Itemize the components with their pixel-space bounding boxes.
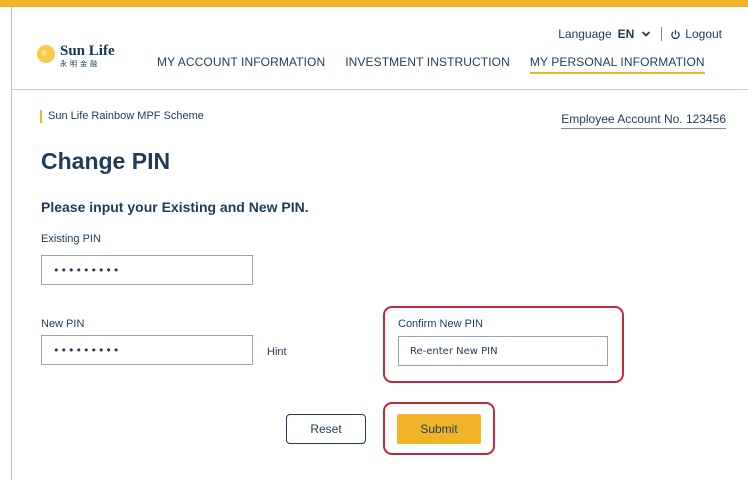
utility-separator	[661, 27, 663, 41]
employee-account-number: Employee Account No. 123456	[561, 112, 726, 129]
chevron-down-icon[interactable]	[641, 29, 651, 39]
frame-border	[11, 7, 12, 480]
power-icon[interactable]	[670, 29, 681, 40]
sun-life-logo[interactable]: Sun Life 永明金融	[36, 44, 115, 68]
submit-button[interactable]: Submit	[397, 414, 481, 444]
top-accent-bar	[0, 0, 748, 7]
nav-investment-instruction[interactable]: INVESTMENT INSTRUCTION	[345, 55, 510, 74]
language-label: Language	[558, 27, 612, 41]
new-pin-input[interactable]: •••••••••	[41, 335, 253, 365]
new-pin-label: New PIN	[41, 318, 85, 330]
logo-text-cn: 永明金融	[60, 60, 100, 68]
header-divider	[12, 89, 748, 90]
language-select[interactable]: EN	[618, 27, 635, 41]
utility-bar: Language EN Logout	[558, 27, 722, 41]
existing-pin-input[interactable]: •••••••••	[41, 255, 253, 285]
logo-text-en: Sun Life	[60, 43, 115, 59]
logout-link[interactable]: Logout	[685, 27, 722, 41]
scheme-name: Sun Life Rainbow MPF Scheme	[40, 110, 204, 123]
nav-my-personal-information[interactable]: MY PERSONAL INFORMATION	[529, 55, 705, 74]
form-instruction: Please input your Existing and New PIN.	[41, 199, 309, 215]
hint-link[interactable]: Hint	[267, 346, 287, 358]
sun-icon	[37, 45, 55, 63]
nav-my-account-information[interactable]: MY ACCOUNT INFORMATION	[157, 55, 325, 74]
main-nav: MY ACCOUNT INFORMATION INVESTMENT INSTRU…	[157, 55, 725, 74]
existing-pin-label: Existing PIN	[41, 233, 101, 245]
reset-button[interactable]: Reset	[286, 414, 366, 444]
page-title: Change PIN	[41, 148, 171, 174]
confirm-pin-input[interactable]: Re-enter New PIN	[398, 336, 608, 366]
confirm-pin-label: Confirm New PIN	[398, 318, 483, 330]
